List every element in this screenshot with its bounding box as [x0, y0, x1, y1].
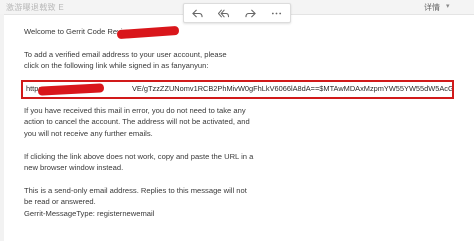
forward-button[interactable] [241, 6, 259, 20]
sendonly-line-2: be read or answered. [24, 197, 96, 207]
reply-all-icon [218, 9, 230, 17]
reply-icon [191, 8, 203, 18]
error-line-3: you will not receive any further emails. [24, 128, 153, 138]
more-icon [272, 12, 282, 14]
link-token: VE/gTzzZZUNomv1RCB2PhMivW0gFhLkV6066lA8d… [132, 84, 452, 93]
reply-all-button[interactable] [215, 6, 233, 20]
message-type: Gerrit-MessageType: registernewemail [24, 208, 155, 218]
forward-icon [245, 8, 256, 18]
message-toolbar [183, 3, 291, 23]
intro-line-1: To add a verified email address to your … [24, 49, 227, 59]
copy-line-1: If clicking the link above does not work… [24, 151, 254, 161]
error-line-2: action to cancel the account. The addres… [24, 117, 250, 127]
sender-name: 激游曝退戟致 E [6, 3, 64, 12]
greeting-text: Welcome to Gerrit Code Review at [24, 27, 141, 36]
chevron-down-icon[interactable]: ▾ [446, 2, 450, 10]
email-body: Welcome to Gerrit Code Review at To add … [24, 26, 464, 72]
left-edge [0, 14, 4, 241]
details-toggle-label[interactable]: 详情 [424, 2, 440, 13]
sendonly-line-1: This is a send-only email address. Repli… [24, 185, 247, 195]
copy-line-2: new browser window instead. [24, 163, 124, 173]
error-line-1: If you have received this mail in error,… [24, 106, 246, 115]
email-body-lower: If you have received this mail in error,… [24, 105, 464, 219]
more-button[interactable] [268, 6, 286, 20]
intro-line-2: click on the following link while signed… [24, 61, 209, 71]
reply-button[interactable] [188, 6, 206, 20]
